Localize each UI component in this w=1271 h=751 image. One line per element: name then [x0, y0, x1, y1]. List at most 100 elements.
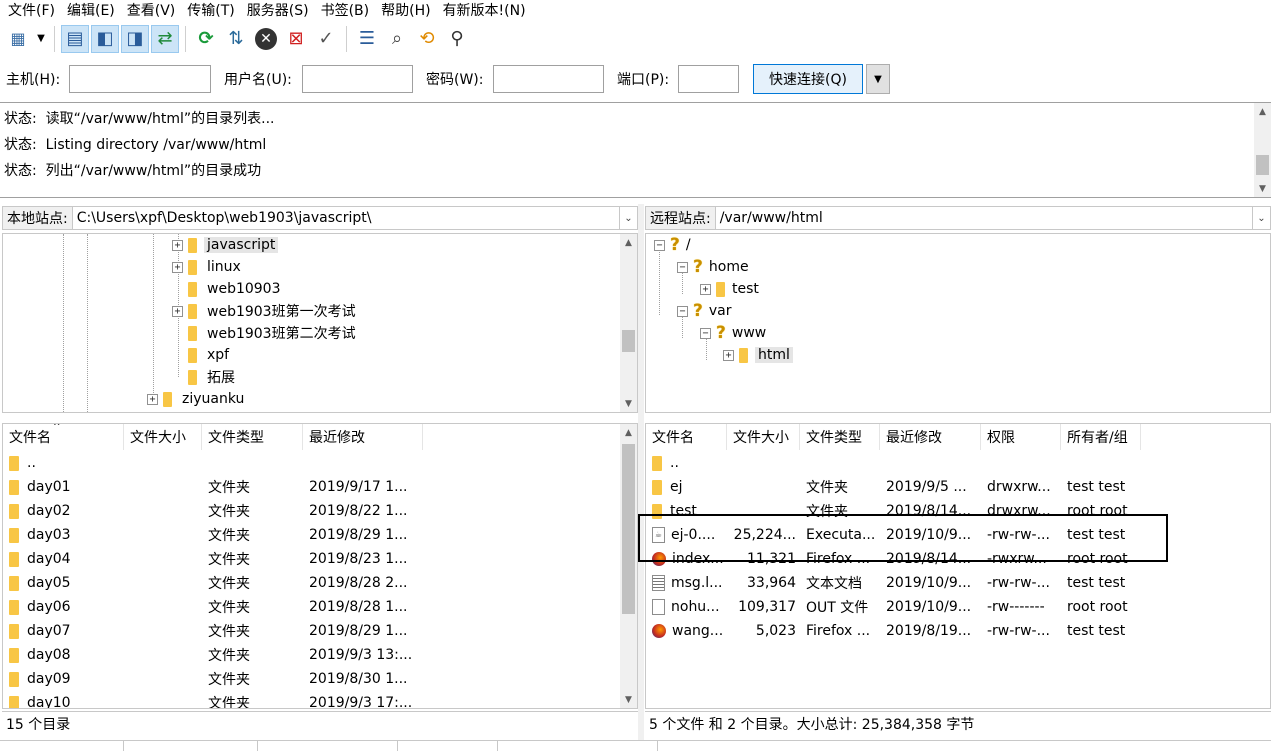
tree-item-javascript[interactable]: + javascript	[172, 234, 279, 256]
collapse-icon[interactable]: −	[654, 239, 665, 251]
table-row[interactable]: day02 文件夹 2019/8/22 1...	[3, 499, 423, 523]
scroll-down-icon[interactable]: ▼	[1254, 180, 1271, 197]
scroll-down-icon[interactable]: ▼	[620, 691, 637, 708]
reconnect-icon[interactable]: ✓	[312, 25, 340, 53]
table-row[interactable]: msg.l... 33,964 文本文档 2019/10/9... -rw-rw-...…	[646, 571, 1151, 595]
expand-icon[interactable]: +	[172, 239, 183, 251]
menu-view[interactable]: 查看(V)	[121, 0, 182, 22]
column-header-size[interactable]: 文件大小	[727, 424, 800, 450]
remote-tree-www[interactable]: −? www	[700, 322, 766, 344]
tree-item-xpf[interactable]: xpf	[188, 344, 232, 366]
tree-item-web1903-exam2[interactable]: web1903班第二次考试	[188, 322, 359, 344]
port-input[interactable]	[678, 65, 739, 93]
host-input[interactable]	[69, 65, 211, 93]
table-row[interactable]: day01 文件夹 2019/9/17 1...	[3, 475, 423, 499]
menu-new-version[interactable]: 有新版本!(N)	[437, 0, 532, 22]
column-header-modified[interactable]: 最近修改	[303, 424, 423, 450]
remote-tree-var[interactable]: −? var	[677, 300, 732, 322]
tree-item-web1903-exam1[interactable]: + web1903班第一次考试	[172, 300, 359, 322]
tree-item-extension[interactable]: 拓展	[188, 366, 238, 388]
menu-help[interactable]: 帮助(H)	[375, 0, 436, 22]
local-path-input[interactable]: C:\Users\xpf\Desktop\web1903\javascript\	[72, 206, 620, 230]
search-icon[interactable]: ⚲	[443, 25, 471, 53]
table-row[interactable]: day10 文件夹 2019/9/3 17:...	[3, 691, 423, 708]
expand-icon[interactable]: +	[723, 349, 734, 361]
toggle-local-tree-icon[interactable]: ◧	[91, 25, 119, 53]
table-row[interactable]: nohu... 109,317 OUT 文件 2019/10/9... -rw-----…	[646, 595, 1151, 619]
pane-splitter[interactable]	[638, 204, 644, 740]
column-header-filename[interactable]: 文件名	[646, 424, 727, 450]
remote-site-label: 远程站点:	[645, 206, 716, 230]
expand-icon[interactable]: +	[700, 283, 711, 295]
remote-tree-home[interactable]: −? home	[677, 256, 749, 278]
table-row[interactable]: day03 文件夹 2019/8/29 1...	[3, 523, 423, 547]
column-header-type[interactable]: 文件类型	[202, 424, 303, 450]
disconnect-icon[interactable]: ⊠	[282, 25, 310, 53]
table-row[interactable]: day07 文件夹 2019/8/29 1...	[3, 619, 423, 643]
toggle-remote-tree-icon[interactable]: ◨	[121, 25, 149, 53]
table-row[interactable]: ..	[646, 451, 1151, 475]
tree-item-linux[interactable]: + linux	[172, 256, 244, 278]
filter-icon[interactable]: ⌕	[383, 25, 411, 53]
table-row[interactable]: day06 文件夹 2019/8/28 1...	[3, 595, 423, 619]
remote-tree-test[interactable]: + test	[700, 278, 759, 300]
table-row[interactable]: day08 文件夹 2019/9/3 13:...	[3, 643, 423, 667]
scroll-thumb[interactable]	[622, 330, 635, 352]
column-header-permissions[interactable]: 权限	[981, 424, 1061, 450]
username-input[interactable]	[302, 65, 413, 93]
collapse-icon[interactable]: −	[700, 327, 711, 339]
remote-path-input[interactable]: /var/www/html	[715, 206, 1253, 230]
local-tree-scrollbar[interactable]: ▲ ▼	[620, 234, 637, 412]
directory-compare-icon[interactable]: ☰	[353, 25, 381, 53]
column-header-filename[interactable]: 文件名 ^	[3, 424, 124, 450]
table-row[interactable]: index... 11,321 Firefox ... 2019/8/14... -rw…	[646, 547, 1151, 571]
menu-edit[interactable]: 编辑(E)	[61, 0, 121, 22]
menu-bookmarks[interactable]: 书签(B)	[315, 0, 376, 22]
table-row[interactable]: day04 文件夹 2019/8/23 1...	[3, 547, 423, 571]
menu-transfer[interactable]: 传输(T)	[181, 0, 240, 22]
site-manager-icon[interactable]: ▦	[4, 25, 32, 53]
remote-tree-html[interactable]: + html	[723, 344, 793, 366]
expand-icon[interactable]: +	[172, 261, 183, 273]
log-scrollbar[interactable]: ▲ ▼	[1254, 103, 1271, 197]
remote-path-dropdown-icon[interactable]: ⌄	[1253, 206, 1271, 230]
toggle-log-icon[interactable]: ▤	[61, 25, 89, 53]
local-list-scrollbar[interactable]: ▲ ▼	[620, 424, 637, 708]
scroll-thumb[interactable]	[1256, 155, 1269, 175]
table-row[interactable]: day09 文件夹 2019/8/30 1...	[3, 667, 423, 691]
toggle-queue-icon[interactable]: ⇄	[151, 25, 179, 53]
menu-file[interactable]: 文件(F)	[2, 0, 61, 22]
refresh-icon[interactable]: ⟳	[192, 25, 220, 53]
table-row[interactable]: wang... 5,023 Firefox ... 2019/8/19... -rw-r…	[646, 619, 1151, 643]
scroll-up-icon[interactable]: ▲	[1254, 103, 1271, 120]
table-row[interactable]: ☕ ej-0.... 25,224... Executa... 2019/10/9...…	[646, 523, 1151, 547]
remote-tree-root[interactable]: −? /	[654, 234, 691, 256]
column-header-type[interactable]: 文件类型	[800, 424, 880, 450]
quickconnect-button[interactable]: 快速连接(Q)	[753, 64, 863, 94]
local-path-dropdown-icon[interactable]: ⌄	[620, 206, 638, 230]
table-row[interactable]: ej 文件夹 2019/9/5 ... drwxrw... test test	[646, 475, 1151, 499]
expand-icon[interactable]: +	[147, 393, 158, 405]
table-row[interactable]: test 文件夹 2019/8/14... drwxrw... root root	[646, 499, 1151, 523]
column-header-modified[interactable]: 最近修改	[880, 424, 981, 450]
cancel-icon[interactable]: ✕	[252, 25, 280, 53]
table-row[interactable]: ..	[3, 451, 423, 475]
password-input[interactable]	[493, 65, 604, 93]
table-row[interactable]: day05 文件夹 2019/8/28 2...	[3, 571, 423, 595]
expand-icon[interactable]: +	[172, 305, 183, 317]
tree-item-ziyuanku[interactable]: + ziyuanku	[147, 388, 247, 410]
scroll-down-icon[interactable]: ▼	[620, 395, 637, 412]
scroll-thumb[interactable]	[622, 444, 635, 614]
menu-server[interactable]: 服务器(S)	[241, 0, 315, 22]
column-header-owner[interactable]: 所有者/组	[1061, 424, 1141, 450]
collapse-icon[interactable]: −	[677, 261, 688, 273]
column-header-size[interactable]: 文件大小	[124, 424, 202, 450]
scroll-up-icon[interactable]: ▲	[620, 234, 637, 251]
tree-item-web10903[interactable]: web10903	[188, 278, 284, 300]
sync-browse-icon[interactable]: ⟲	[413, 25, 441, 53]
process-queue-icon[interactable]: ⇅	[222, 25, 250, 53]
collapse-icon[interactable]: −	[677, 305, 688, 317]
scroll-up-icon[interactable]: ▲	[620, 424, 637, 441]
dropdown-icon[interactable]: ▼	[34, 25, 48, 53]
quickconnect-dropdown-icon[interactable]: ▼	[866, 64, 890, 94]
